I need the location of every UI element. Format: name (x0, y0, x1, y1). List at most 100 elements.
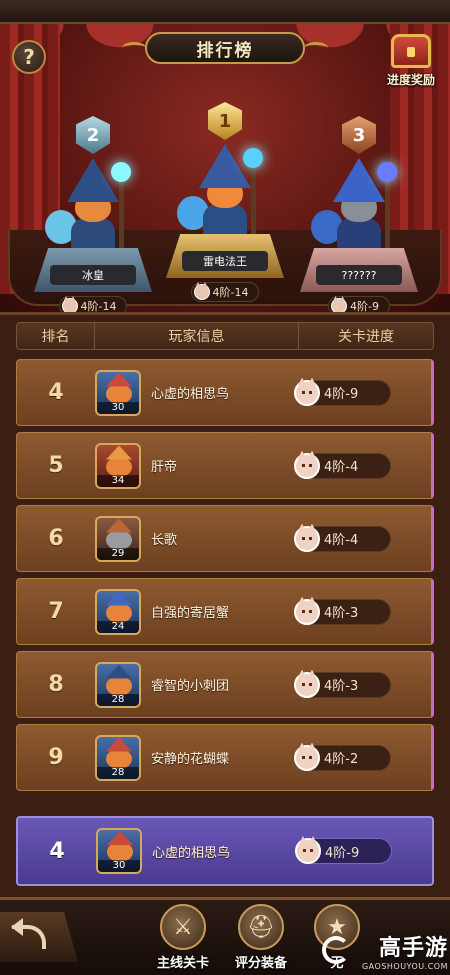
table-row[interactable]: 4 30 心虚的相思鸟 4阶-9 (16, 359, 434, 426)
stage-progress-text: 4阶-9 (325, 845, 360, 861)
cat-icon (294, 452, 320, 479)
table-row[interactable]: 5 34 肝帝 4阶-4 (16, 432, 434, 499)
cat-icon (294, 744, 320, 771)
podium-rank-2[interactable]: 2 冰皇 4阶-14 (34, 116, 152, 316)
avatar-level: 28 (97, 693, 139, 706)
cat-icon (294, 671, 320, 698)
row-rank: 9 (48, 745, 64, 770)
rank-number: 3 (352, 124, 366, 146)
rank-number: 1 (218, 110, 232, 132)
page-title: 排行榜 (145, 32, 305, 64)
question-icon: ? (23, 45, 35, 69)
pedestal-silver: 冰皇 (34, 248, 152, 292)
rank-badge-3: 3 (342, 116, 376, 154)
row-rank: 4 (48, 380, 64, 405)
rank-badge-1: 1 (208, 102, 242, 140)
avatar-level: 24 (97, 620, 139, 633)
hero-raccoon-star-mage (311, 158, 407, 254)
avatar-level: 30 (98, 860, 140, 872)
avatar-level: 30 (97, 401, 139, 414)
watermark-logo-icon (322, 936, 350, 964)
player-name: 自强的寄居蟹 (151, 606, 230, 621)
title-ornament-left (122, 42, 146, 54)
crossed-swords-icon: ⚔ (160, 904, 206, 950)
avatar[interactable]: 28 (95, 661, 141, 708)
table-row[interactable]: 8 28 睿智的小刺团 4阶-3 (16, 651, 434, 718)
player-name: 心虚的相思鸟 (152, 845, 231, 861)
treasure-chest-icon (391, 34, 431, 68)
row-rank: 8 (48, 672, 64, 697)
podium-player-name: ?????? (316, 265, 402, 285)
cat-icon (294, 598, 320, 625)
cat-icon (295, 838, 321, 864)
progress-reward-label: 进度奖励 (386, 73, 435, 87)
hero-fox-thunder-mage (177, 144, 273, 240)
title-ornament-right (304, 42, 328, 54)
page-title-text: 排行榜 (196, 40, 254, 61)
pedestal-gold: 雷电法王 (166, 234, 284, 278)
avatar[interactable]: 34 (95, 442, 141, 489)
pedestal-bronze: ?????? (300, 248, 418, 292)
tab-gear-score[interactable]: ⛑ 评分装备 (230, 904, 292, 971)
ranking-rows[interactable]: 4 30 心虚的相思鸟 4阶-9 5 34 肝帝 4阶-4 6 29 长歌 4阶… (16, 359, 434, 797)
stage-progress-text: 4阶-3 (324, 679, 359, 694)
podium-rank-3[interactable]: 3 ?????? 4阶-9 (300, 116, 418, 316)
stage-progress-text: 4阶-9 (324, 387, 359, 402)
stage-progress-text: 4阶-4 (324, 533, 359, 548)
top-bar (0, 0, 450, 24)
stage-progress: 4阶-4 (294, 525, 391, 552)
podium-progress: 4阶-14 (190, 282, 260, 302)
stage-progress: 4阶-9 (295, 838, 392, 864)
column-header-progress: 关卡进度 (338, 329, 394, 345)
row-rank: 6 (48, 526, 64, 551)
avatar-level: 29 (97, 547, 139, 560)
avatar[interactable]: 30 (95, 369, 141, 416)
ranking-list-header: 排名 玩家信息 关卡进度 (16, 322, 434, 350)
my-rank-row[interactable]: 4 30 心虚的相思鸟 4阶-9 (16, 816, 434, 886)
table-row[interactable]: 7 24 自强的寄居蟹 4阶-3 (16, 578, 434, 645)
table-row[interactable]: 6 29 长歌 4阶-4 (16, 505, 434, 572)
stage-progress: 4阶-2 (294, 744, 391, 771)
avatar[interactable]: 24 (95, 588, 141, 635)
avatar-level: 28 (97, 766, 139, 779)
table-row[interactable]: 9 28 安静的花蝴蝶 4阶-2 (16, 724, 434, 791)
tab-main-stage[interactable]: ⚔ 主线关卡 (152, 904, 214, 971)
row-rank: 7 (48, 599, 64, 624)
column-header-player-info: 玩家信息 (95, 323, 299, 349)
column-header-rank: 排名 (17, 323, 95, 349)
podium-player-name: 雷电法王 (182, 251, 268, 271)
podium-progress-text: 4阶-14 (212, 286, 249, 299)
avatar[interactable]: 30 (96, 828, 142, 874)
stage-progress-text: 4阶-4 (324, 460, 359, 475)
avatar[interactable]: 29 (95, 515, 141, 562)
site-watermark: 高手游 GAOSHOUYOU.COM (322, 930, 448, 971)
rank-number: 2 (86, 124, 100, 146)
watermark-title: 高手游 (378, 936, 448, 961)
cat-icon (294, 379, 320, 406)
avatar[interactable]: 28 (95, 734, 141, 781)
cat-icon (294, 525, 320, 552)
watermark-url: GAOSHOUYOU.COM (361, 962, 448, 971)
player-name: 肝帝 (151, 460, 178, 475)
tab-label: 评分装备 (234, 956, 287, 971)
helmet-icon: ⛑ (238, 904, 284, 950)
player-name: 睿智的小刺团 (151, 679, 230, 694)
stage-progress: 4阶-4 (294, 452, 391, 479)
hero-fox-ice-mage (45, 158, 141, 254)
player-name: 安静的花蝴蝶 (151, 752, 230, 767)
podium-rank-1[interactable]: 1 雷电法王 4阶-14 (166, 102, 284, 302)
stage-progress-text: 4阶-3 (324, 606, 359, 621)
podium-player-name: 冰皇 (50, 265, 136, 285)
player-name: 长歌 (151, 533, 178, 548)
help-button[interactable]: ? (12, 40, 46, 74)
stage-progress: 4阶-9 (294, 379, 391, 406)
avatar-level: 34 (97, 474, 139, 487)
row-rank: 5 (48, 453, 64, 478)
progress-reward-button[interactable]: 进度奖励 (378, 34, 444, 94)
stage-progress-text: 4阶-2 (324, 752, 359, 767)
tab-label: 主线关卡 (156, 956, 209, 971)
back-arrow-icon (11, 918, 46, 949)
row-rank: 4 (49, 838, 65, 864)
player-name: 心虚的相思鸟 (151, 387, 230, 402)
rank-badge-2: 2 (76, 116, 110, 154)
